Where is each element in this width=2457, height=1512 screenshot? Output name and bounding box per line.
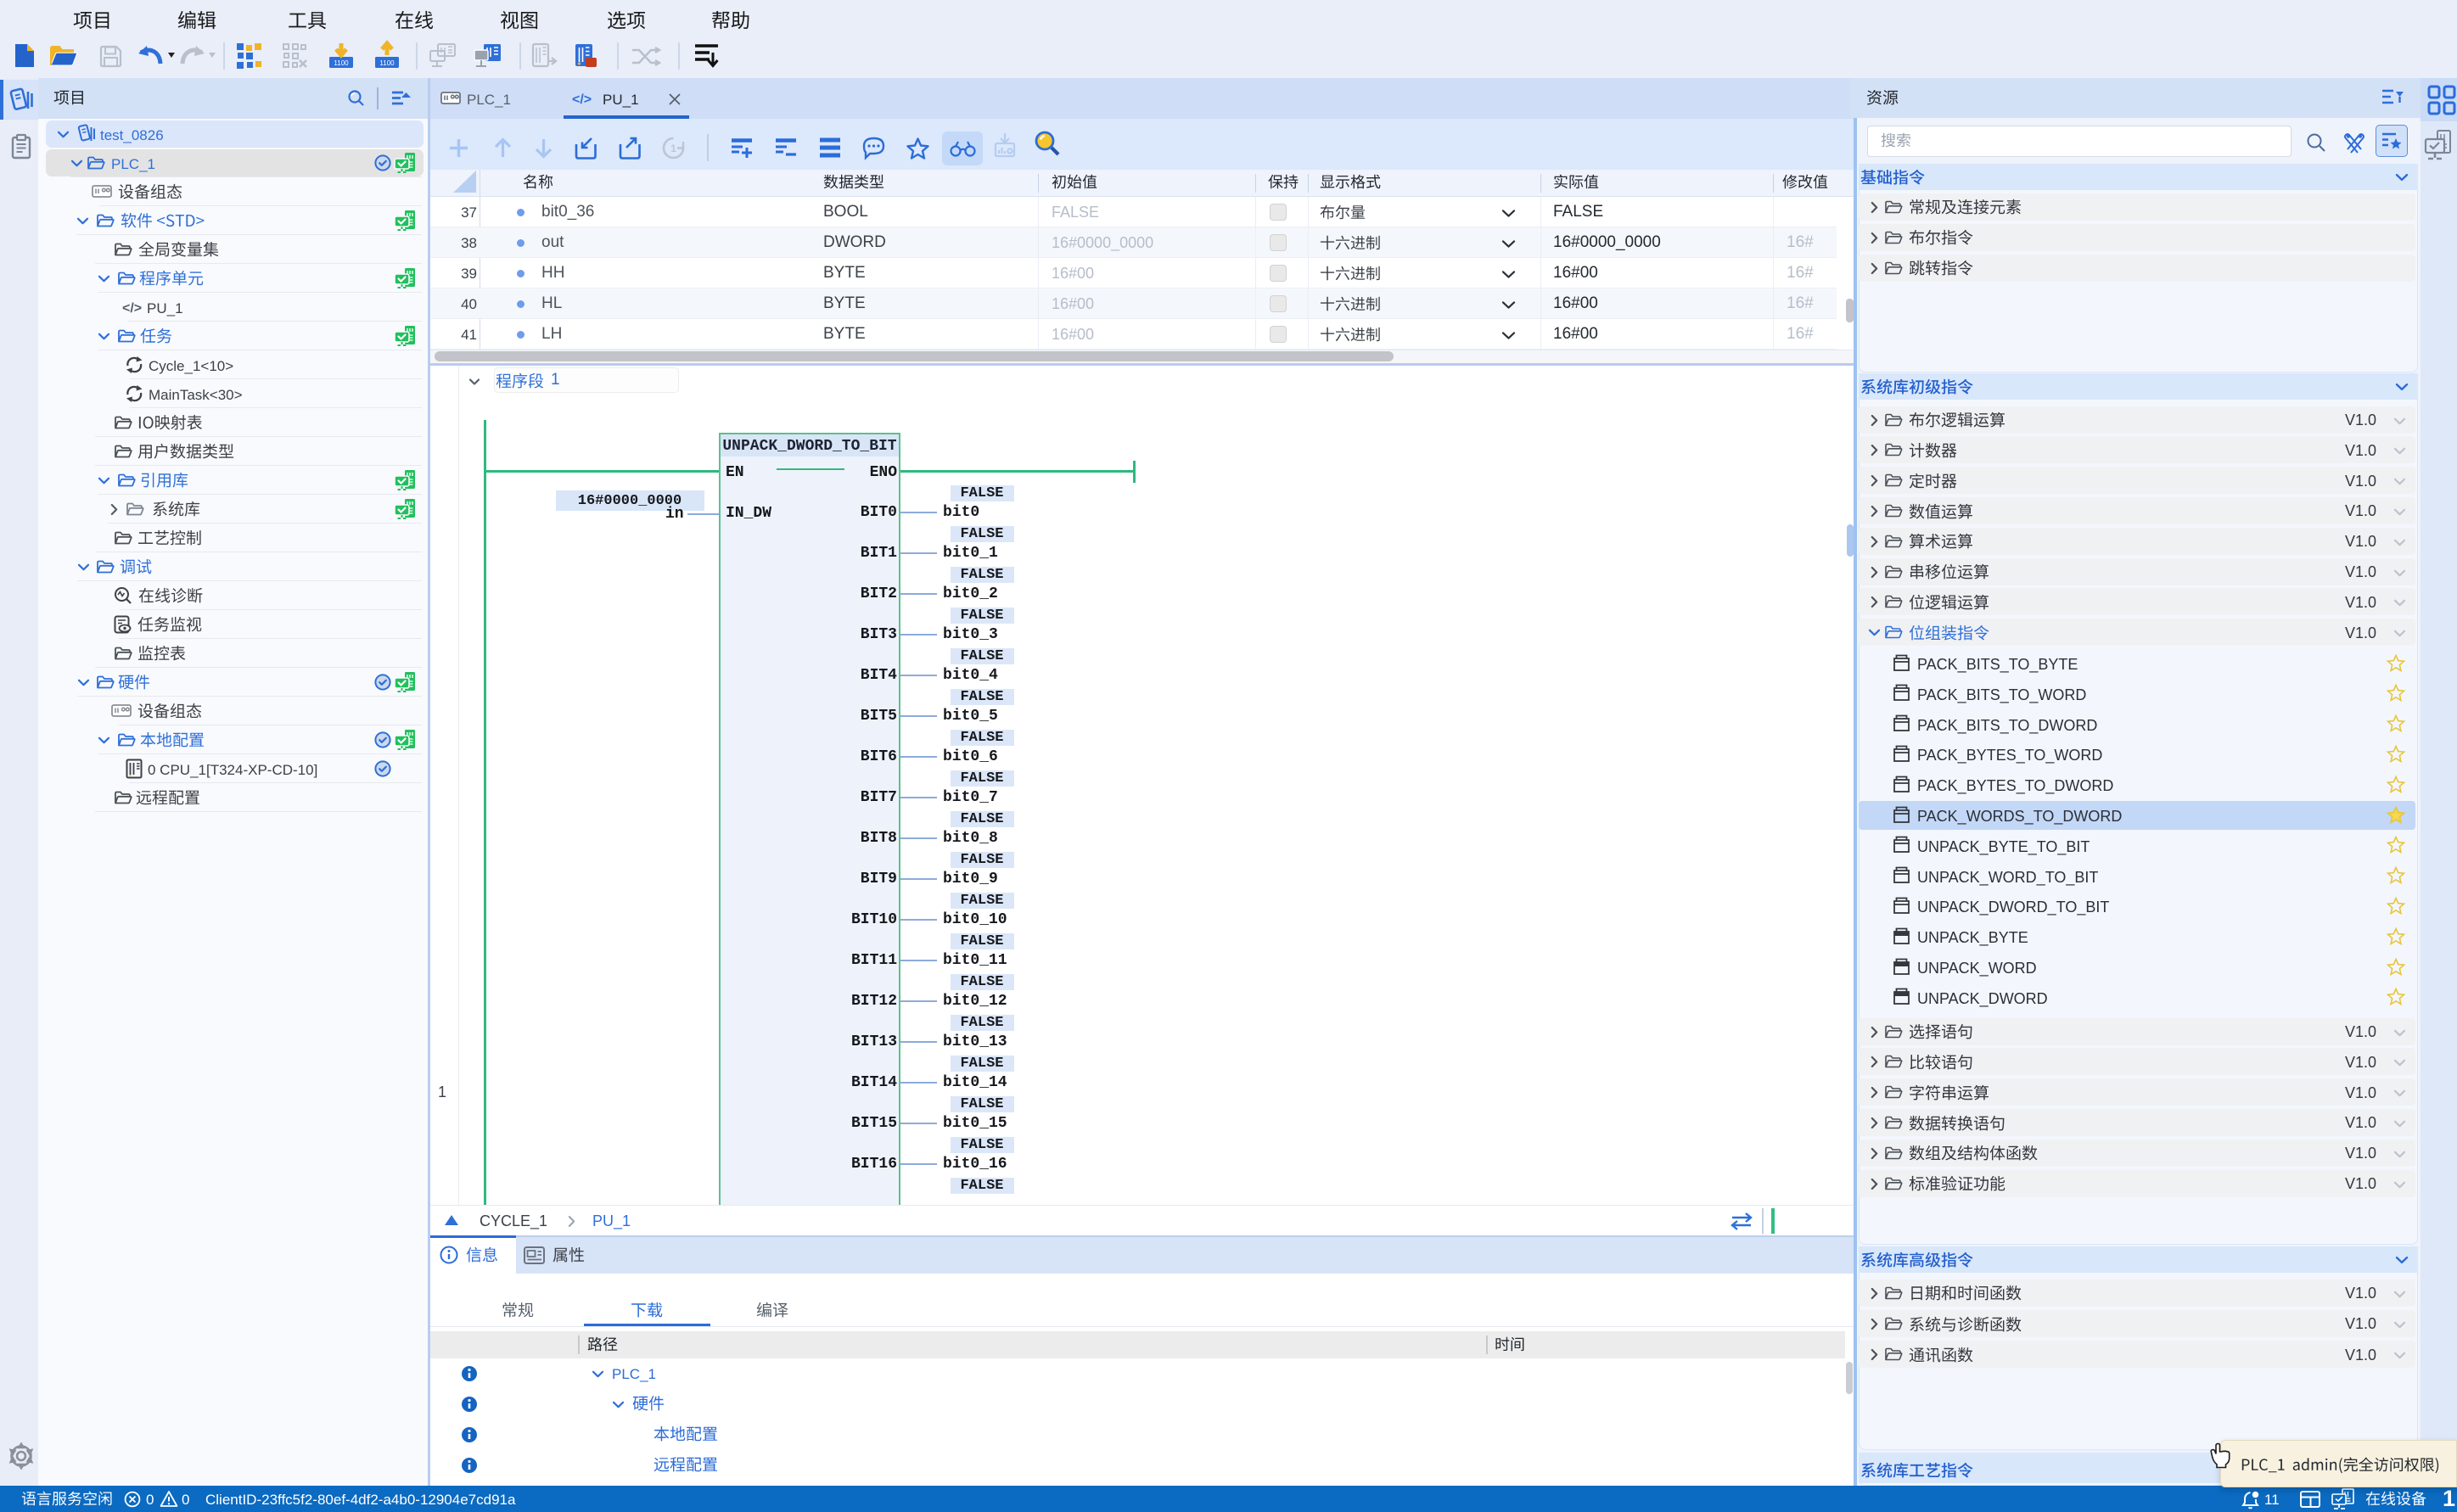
svg-text:1100: 1100 [334,59,349,67]
svg-text:1100: 1100 [379,59,395,67]
svg-text:1: 1 [670,143,676,154]
